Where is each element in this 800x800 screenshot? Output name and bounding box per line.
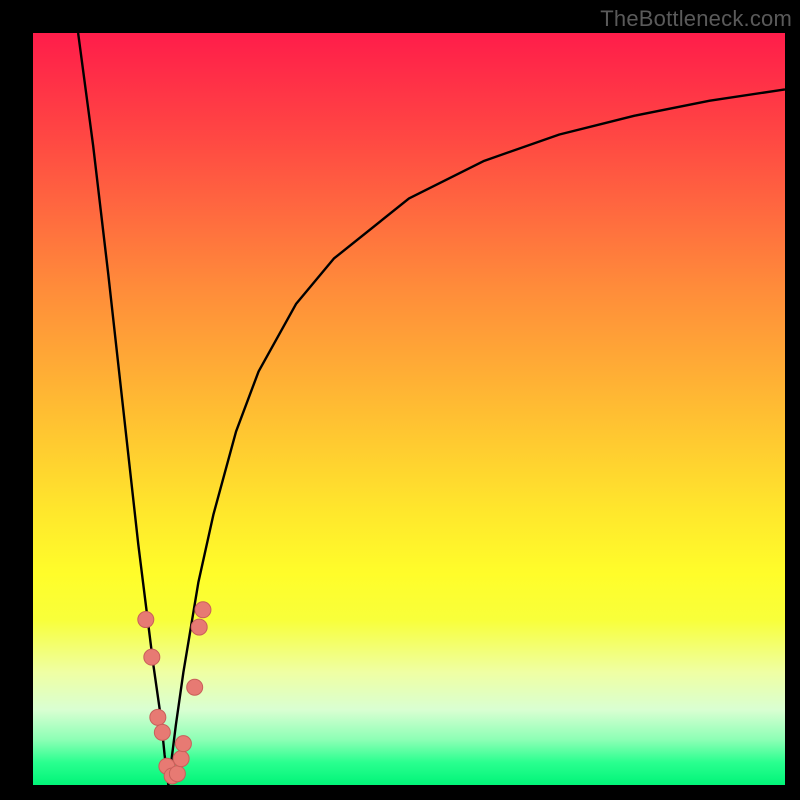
chart-frame: TheBottleneck.com xyxy=(0,0,800,800)
data-point-7 xyxy=(173,751,189,767)
bottleneck-curve xyxy=(33,33,785,785)
data-point-2 xyxy=(150,709,166,725)
data-point-10 xyxy=(191,619,207,635)
data-point-6 xyxy=(169,766,185,782)
curve-left-branch xyxy=(78,33,168,785)
watermark-text: TheBottleneck.com xyxy=(600,6,792,32)
data-point-11 xyxy=(195,602,211,618)
plot-area xyxy=(33,33,785,785)
data-point-9 xyxy=(187,679,203,695)
curve-right-branch xyxy=(168,89,785,785)
data-point-8 xyxy=(175,736,191,752)
data-point-0 xyxy=(138,612,154,628)
data-point-1 xyxy=(144,649,160,665)
data-point-3 xyxy=(154,724,170,740)
